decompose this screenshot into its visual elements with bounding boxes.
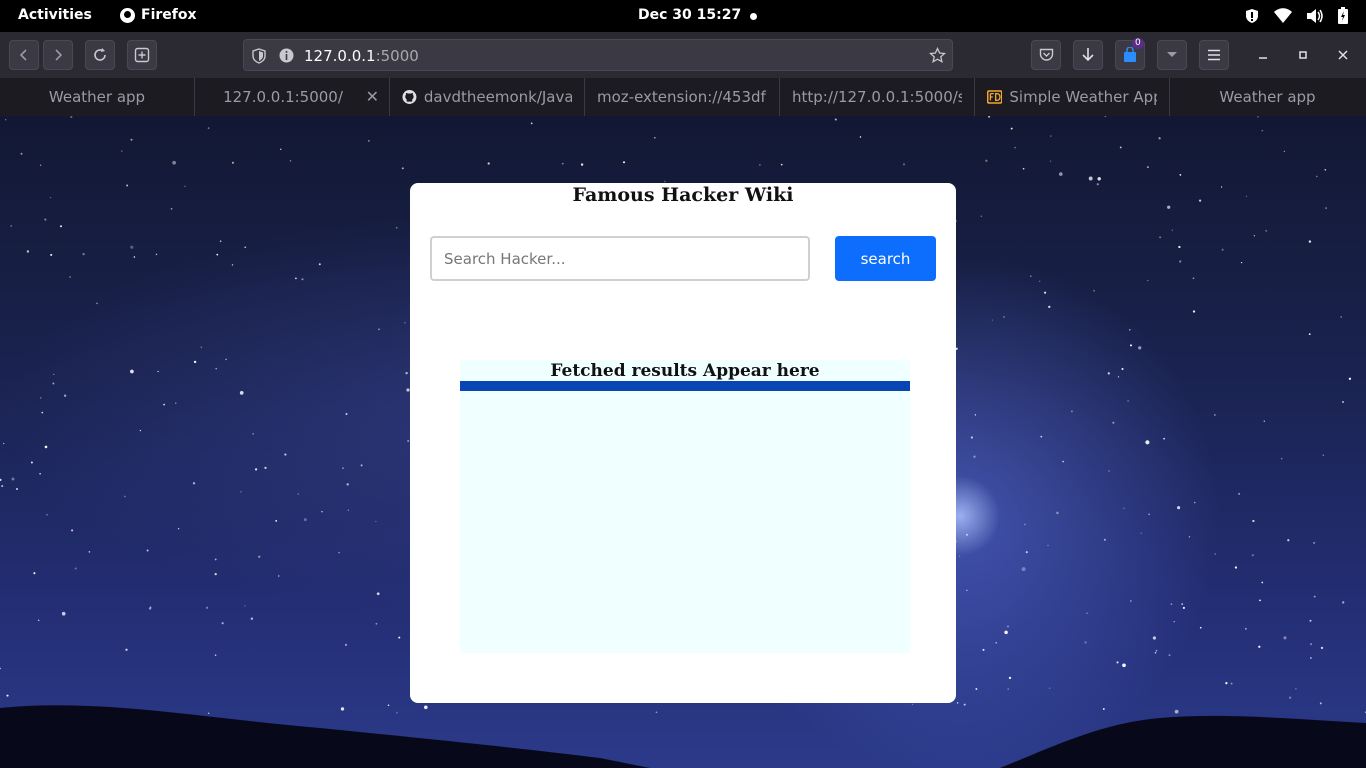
url-port: :5000 (375, 47, 419, 65)
bookmark-star-icon[interactable] (929, 47, 946, 64)
tab-close-icon[interactable]: ✕ (366, 87, 379, 106)
extension-bag-icon (1124, 47, 1136, 62)
tab-label: Simple Weather App (1009, 88, 1157, 106)
new-tab-button[interactable] (127, 40, 157, 70)
maximize-icon (1299, 51, 1307, 59)
notification-dot-icon (750, 13, 757, 20)
reload-button[interactable] (85, 40, 115, 70)
download-arrow-icon (1082, 48, 1094, 62)
clock[interactable]: Dec 30 15:27 (638, 7, 741, 23)
back-button[interactable] (9, 40, 39, 70)
github-icon (402, 90, 417, 104)
search-input[interactable] (430, 236, 810, 281)
tab-github[interactable]: davdtheemonk/JavaS (390, 78, 585, 116)
tab-moz-extension[interactable]: moz-extension://453df7 (585, 78, 780, 116)
reload-icon (94, 48, 106, 61)
add-page-icon (134, 47, 150, 63)
tab-label: davdtheemonk/JavaS (423, 88, 572, 106)
url-text[interactable]: 127.0.0.1:5000 (304, 47, 419, 65)
wiki-card: Famous Hacker Wiki search Fetched result… (410, 183, 956, 703)
tab-strip: Weather app 127.0.0.1:5000/ ✕ davdtheemo… (0, 78, 1366, 116)
site-info-icon[interactable] (279, 48, 294, 63)
volume-icon (1307, 8, 1323, 23)
tab-label: Weather app (1219, 88, 1316, 106)
minimize-button[interactable] (1248, 40, 1278, 70)
forward-arrow-icon (55, 49, 63, 61)
wifi-icon (1274, 7, 1292, 23)
close-icon (1338, 50, 1348, 60)
close-window-button[interactable] (1328, 40, 1358, 70)
system-top-bar: Activities Firefox Dec 30 15:27 (0, 0, 1366, 32)
system-tray[interactable] (1244, 7, 1348, 24)
pocket-button[interactable] (1031, 40, 1061, 70)
extension-button[interactable]: 0 (1115, 38, 1145, 70)
maximize-button[interactable] (1288, 40, 1318, 70)
tab-label: 127.0.0.1:5000/ (223, 88, 343, 106)
tab-simple-weather-app[interactable]: Simple Weather App (975, 78, 1170, 116)
tab-localhost-static[interactable]: http://127.0.0.1:5000/st (780, 78, 975, 116)
tab-localhost-active[interactable]: 127.0.0.1:5000/ ✕ (195, 78, 390, 116)
search-button[interactable]: search (835, 236, 936, 281)
activities-button[interactable]: Activities (18, 7, 92, 23)
browser-toolbar: 127.0.0.1:5000 0 (0, 32, 1366, 78)
tab-weather-app-2[interactable]: Weather app (1170, 78, 1365, 116)
fd-favicon-icon (987, 90, 1003, 104)
chevron-down-icon (1167, 52, 1177, 57)
shield-warning-icon (1246, 8, 1258, 23)
page-viewport: Famous Hacker Wiki search Fetched result… (0, 116, 1366, 768)
tracking-protection-shield-icon[interactable] (252, 48, 266, 64)
page-title: Famous Hacker Wiki (572, 184, 794, 206)
hamburger-menu-icon (1208, 49, 1220, 61)
url-host: 127.0.0.1 (304, 47, 376, 65)
tab-label: Weather app (48, 88, 146, 106)
url-bar[interactable]: 127.0.0.1:5000 (243, 39, 953, 71)
results-heading: Fetched results Appear here (550, 361, 820, 381)
pocket-icon (1039, 48, 1053, 61)
tab-label: http://127.0.0.1:5000/st (792, 88, 962, 106)
battery-icon (1338, 7, 1348, 24)
tab-label: moz-extension://453df7 (597, 88, 767, 106)
list-all-tabs-button[interactable] (1157, 40, 1187, 70)
app-menu[interactable]: Firefox (120, 7, 197, 23)
minimize-icon (1259, 57, 1267, 59)
results-divider (460, 381, 910, 391)
app-menu-button[interactable] (1199, 40, 1229, 70)
downloads-button[interactable] (1073, 40, 1103, 70)
extension-badge: 0 (1132, 38, 1144, 49)
forward-button[interactable] (43, 40, 73, 70)
firefox-icon (120, 7, 135, 23)
results-panel: Fetched results Appear here (460, 360, 910, 653)
app-name-label: Firefox (141, 7, 197, 23)
tab-weather-app-1[interactable]: Weather app (0, 78, 195, 116)
back-arrow-icon (19, 49, 27, 61)
